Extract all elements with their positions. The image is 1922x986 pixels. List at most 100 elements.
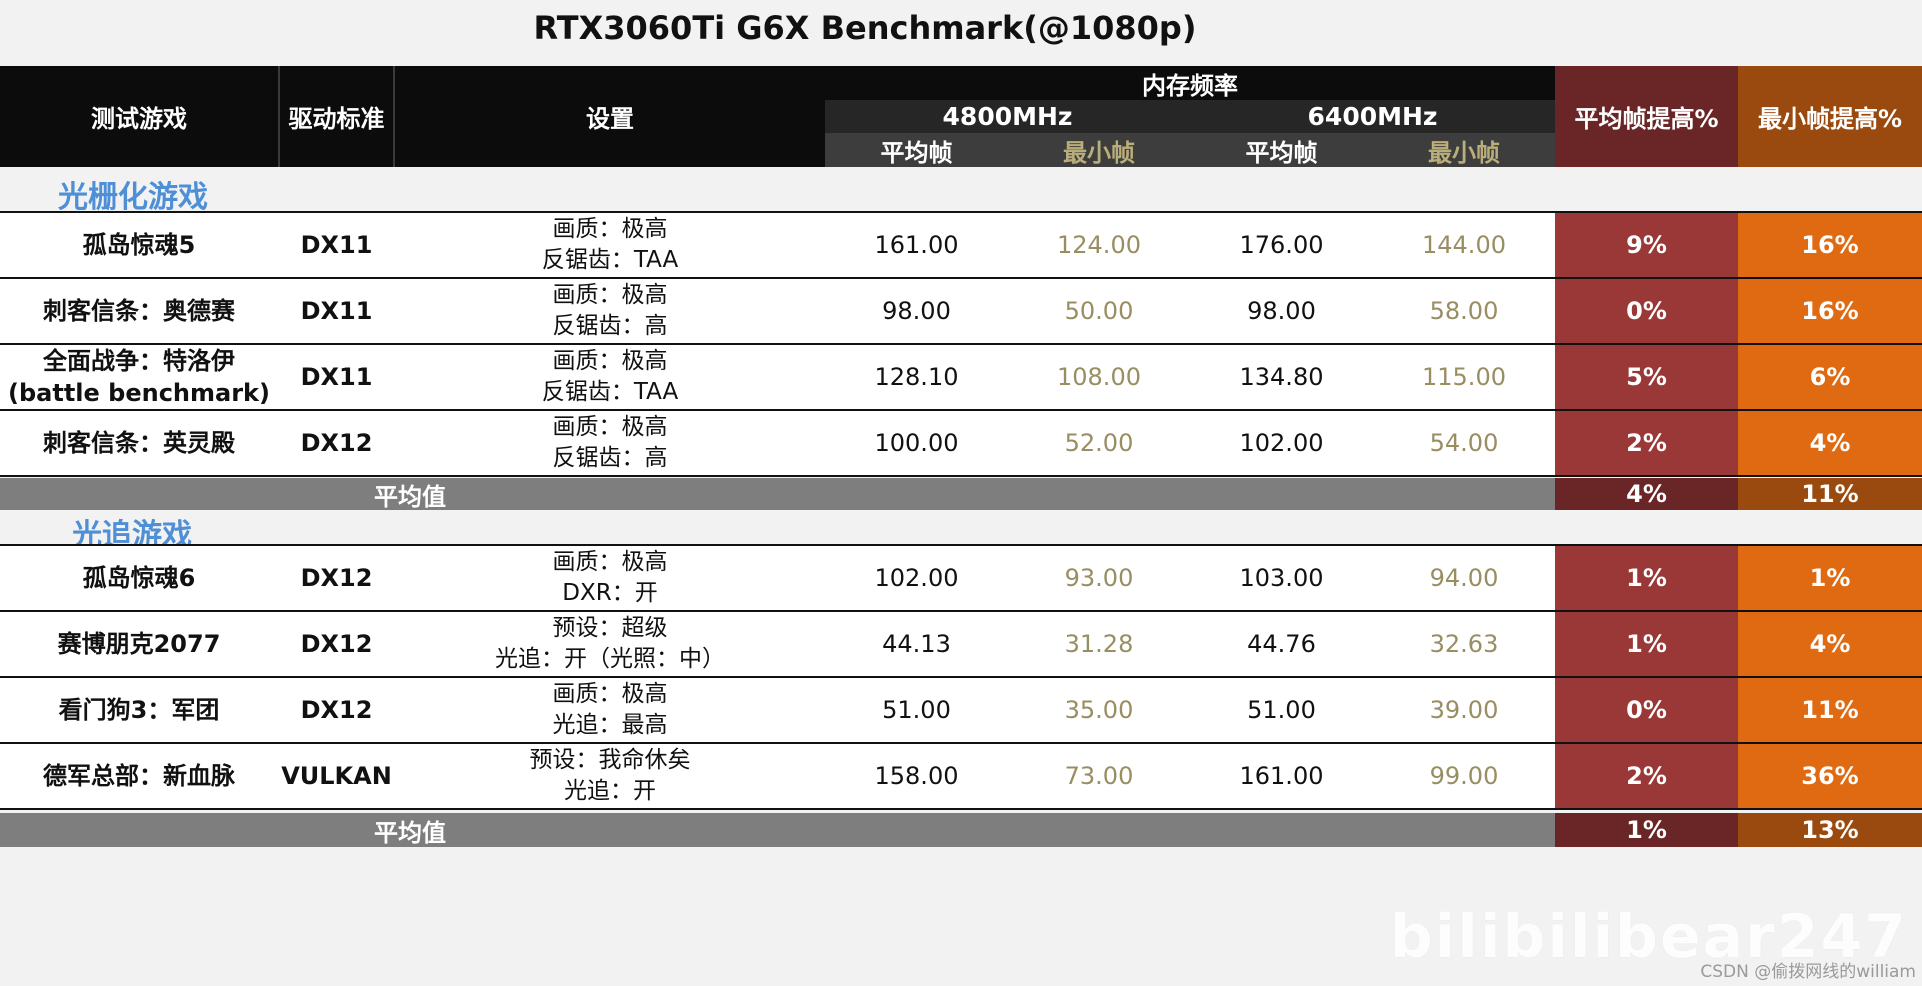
game-name-line: 德军总部：新血脉 [43,762,235,790]
table-row: 刺客信条：奥德赛 DX11 画质：极高 反锯齿：高 98.00 50.00 98.00 58.… [0,279,1922,343]
min-fps-6400: 54.00 [1429,429,1499,457]
settings-cell-line: 画质：极高 [552,282,668,308]
game-name: 刺客信条：英灵殿 [0,411,278,475]
settings-cell: 画质：极高反锯齿：TAA [395,213,825,277]
api-label: DX12 [300,630,373,658]
game-name: 德军总部：新血脉 [0,744,278,808]
header-avg-6400: 平均帧 [1190,133,1373,167]
settings-cell-line: 画质：极高 [552,681,668,707]
avg-fps-4800: 102.00 [874,564,959,592]
min-fps-6400: 58.00 [1429,297,1499,325]
min-gain: 11% [1738,678,1922,742]
game-name: 孤岛惊魂5 [0,213,278,277]
settings-cell: 画质：极高 DXR：开 [395,546,825,610]
settings-cell-line: 反锯齿：高 [552,313,668,339]
settings-cell: 画质：极高 光追：最高 [395,678,825,742]
average-label: 平均值 [374,482,446,511]
game-name: 看门狗3：军团 [0,678,278,742]
game-name-line: 刺客信条：奥德赛 [43,297,235,325]
game-name-line: 赛博朋克2077 [57,630,221,658]
settings-cell-line: 光追：开（光照：中） [495,646,725,672]
game-name: 全面战争：特洛伊 (battle benchmark) [0,345,278,409]
header-avg-gain: 平均帧提高% [1555,66,1738,167]
header-min-6400: 最小帧 [1373,133,1555,167]
game-name-line: 孤岛惊魂5 [82,231,196,259]
min-fps-6400: 32.63 [1429,630,1499,658]
average-avg-gain: 1% [1555,813,1738,847]
average-label: 平均值 [374,818,446,847]
min-fps-4800: 73.00 [1064,762,1134,790]
game-name: 刺客信条：奥德赛 [0,279,278,343]
avg-fps-4800: 128.10 [874,363,959,391]
avg-fps-4800: 98.00 [882,297,951,325]
average-min-gain: 11% [1738,478,1922,510]
api-label: DX11 [300,363,373,391]
game-name: 孤岛惊魂6 [0,546,278,610]
api-label: DX12 [300,696,373,724]
api-label: DX12 [300,429,373,457]
watermark: bilibilibear247 CSDN @偷拨网线的william [1390,902,1922,986]
avg-gain: 5% [1555,345,1738,409]
average-row: 平均值 1% 13% [0,813,1922,847]
table-row: 孤岛惊魂6 DX12 画质：极高 DXR：开 102.00 93.00 103.00 94.0… [0,546,1922,610]
settings-cell: 预设：我命休矣 光追：开 [395,744,825,808]
header-api: 驱动标准 [288,105,385,133]
table-header: 测试游戏 驱动标准 设置 内存频率 4800MHz 6400MHz 平均帧 最小… [0,66,1555,167]
settings-cell: 画质：极高 反锯齿：高 [395,411,825,475]
header-freq-6400: 6400MHz [1190,100,1555,133]
average-row: 平均值 4% 11% [0,478,1922,511]
api-label: DX12 [300,564,373,592]
avg-gain: 1% [1555,612,1738,676]
settings-cell-line: 反锯齿：TAA [541,379,679,405]
min-fps-4800: 108.00 [1057,363,1141,391]
min-fps-6400: 115.00 [1422,363,1506,391]
chart-title: RTX3060Ti G6X Benchmark(@1080p) [533,9,1197,47]
min-gain: 6% [1738,345,1922,409]
game-name-line: 孤岛惊魂6 [82,564,196,592]
game-name-line: 看门狗3：军团 [58,696,220,724]
min-fps-6400: 99.00 [1429,762,1499,790]
settings-cell: 画质：极高 反锯齿：TAA [395,345,825,409]
avg-gain: 1% [1555,546,1738,610]
settings-cell-line: 画质：极高 [552,549,668,575]
settings-cell-line: 预设：我命休矣 [529,747,691,773]
header-mem-freq: 内存频率 [1142,71,1238,100]
section-title-raster: 光栅化游戏 [58,180,208,215]
avg-fps-4800: 158.00 [874,762,959,790]
min-gain: 16% [1738,279,1922,343]
csdn-watermark: CSDN @偷拨网线的william [1700,962,1916,982]
min-fps-4800: 35.00 [1064,696,1134,724]
game-name: 赛博朋克2077 [0,612,278,676]
table-row: 看门狗3：军团 DX12 画质：极高 光追：最高 51.00 35.00 51.00 39.0… [0,678,1922,742]
settings-cell-line: 反锯齿：TAA [541,247,679,273]
min-gain: 1% [1738,546,1922,610]
avg-fps-4800: 100.00 [874,429,959,457]
average-min-gain: 13% [1738,813,1922,847]
min-gain: 4% [1738,411,1922,475]
table-row: 全面战争：特洛伊 (battle benchmark) DX11 画质：极高 反锯齿：T… [0,345,1922,409]
min-fps-6400: 144.00 [1422,231,1506,259]
avg-gain: 0% [1555,279,1738,343]
api-label: VULKAN [281,762,392,790]
game-name-line: 全面战争：特洛伊 [43,347,235,375]
table-row: 刺客信条：英灵殿 DX12 画质：极高 反锯齿：高 100.00 52.00 102.00 5… [0,411,1922,475]
avg-fps-6400: 103.00 [1239,564,1324,592]
table-row: 孤岛惊魂5 DX11 画质：极高 反锯齿：TAA 161.00 124.00 176.00 1… [0,213,1922,277]
settings-cell-line: 光追：开 [564,778,656,804]
settings-cell-line: 画质：极高 [552,216,668,242]
avg-fps-6400: 102.00 [1239,429,1324,457]
game-name-line: 刺客信条：英灵殿 [43,429,235,457]
settings-cell-line: 画质：极高 [552,414,668,440]
min-gain: 36% [1738,744,1922,808]
avg-fps-6400: 51.00 [1247,696,1316,724]
header-min-gain: 最小帧提高% [1738,66,1922,167]
avg-fps-6400: 134.80 [1239,363,1324,391]
min-fps-4800: 31.28 [1064,630,1134,658]
settings-cell: 画质：极高反锯齿：高 [395,279,825,343]
avg-gain: 9% [1555,213,1738,277]
avg-gain: 2% [1555,744,1738,808]
avg-fps-4800: 161.00 [874,231,959,259]
settings-cell: 预设：超级 光追：开（光照：中） [395,612,825,676]
settings-cell-line: DXR：开 [562,580,658,606]
avg-fps-6400: 98.00 [1247,297,1316,325]
